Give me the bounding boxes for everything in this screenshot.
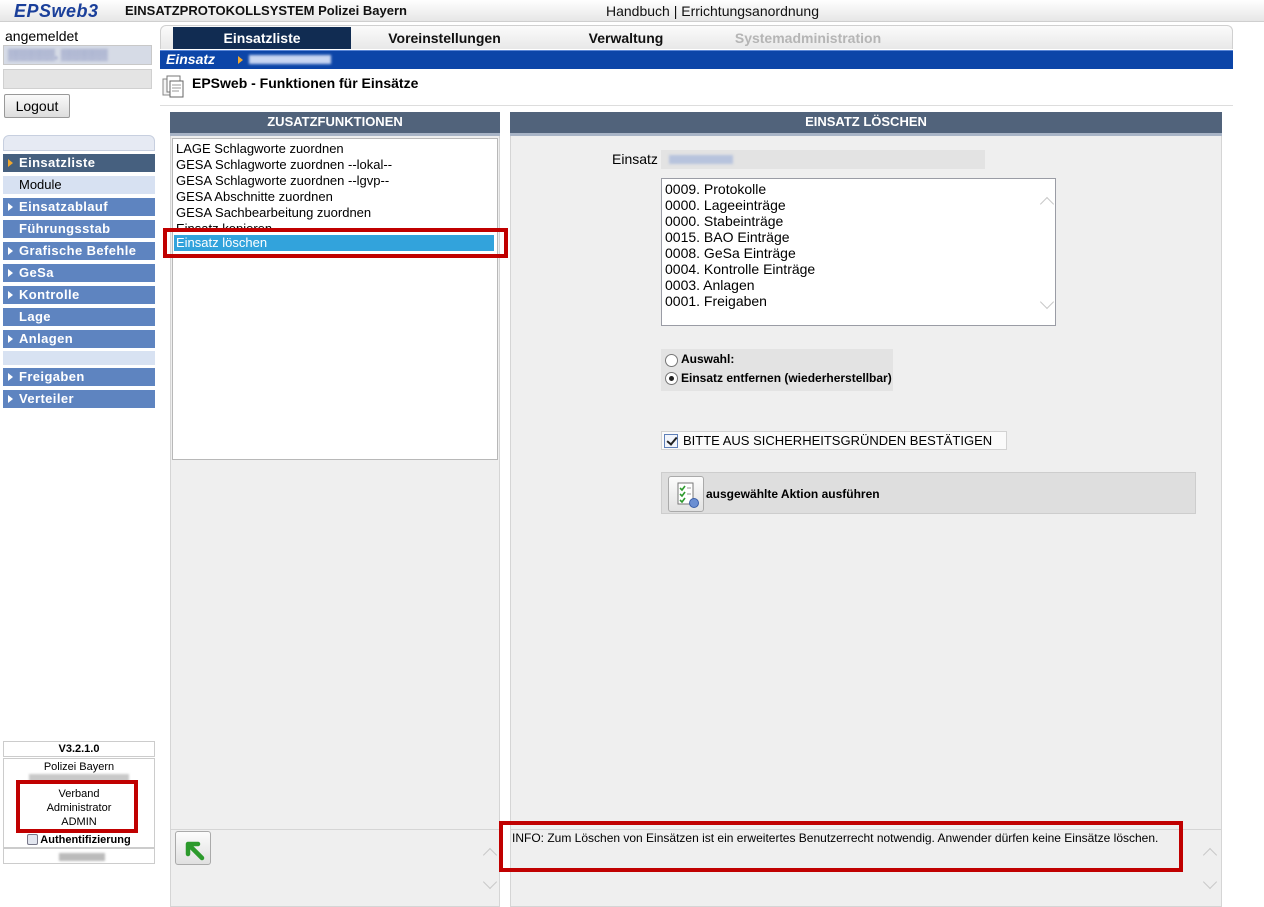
count-gesa-eintraege: 0008. GeSa Einträge xyxy=(665,245,796,261)
logout-button[interactable]: Logout xyxy=(4,94,70,118)
einsatz-loeschen-header: EINSATZ LÖSCHEN xyxy=(510,112,1222,136)
highlight-info-box xyxy=(499,821,1183,872)
count-stabeintraege: 0000. Stabeinträge xyxy=(665,213,784,229)
breadcrumb-einsatz[interactable]: Einsatz xyxy=(166,51,215,67)
nav-label: Module xyxy=(19,177,62,192)
link-separator: | xyxy=(669,3,682,19)
count-bao-eintraege: 0015. BAO Einträge xyxy=(665,229,790,245)
nav-label: Grafische Befehle xyxy=(19,243,137,258)
count-freigaben: 0001. Freigaben xyxy=(665,293,767,309)
function-item-gesa-schlagworte-lgvp[interactable]: GESA Schlagworte zuordnen --lgvp-- xyxy=(176,173,496,189)
green-arrow-back-icon xyxy=(185,841,205,861)
nav-label: Einsatzliste xyxy=(19,155,96,170)
highlight-role-box xyxy=(16,780,138,833)
login-status-label: angemeldet xyxy=(5,28,79,44)
nav-separator xyxy=(3,351,155,365)
system-title: EINSATZPROTOKOLLSYSTEM Polizei Bayern xyxy=(125,3,407,18)
title-divider xyxy=(160,105,1233,106)
documents-icon xyxy=(162,75,184,98)
auth-link[interactable]: Authentifizierung xyxy=(4,834,154,846)
zusatzfunktionen-header: ZUSATZFUNKTIONEN xyxy=(170,112,500,136)
arrow-right-icon xyxy=(8,291,13,299)
nav-label: Einsatzablauf xyxy=(19,199,108,214)
radio-auswahl[interactable] xyxy=(665,354,678,367)
nav-item-einsatzliste[interactable]: Einsatzliste xyxy=(3,154,155,172)
confirm-row: BITTE AUS SICHERHEITSGRÜNDEN BESTÄTIGEN xyxy=(661,431,1007,450)
arrow-right-icon xyxy=(8,159,13,167)
breadcrumb-einsatz-name-redacted xyxy=(249,55,331,64)
link-errichtungsanordnung[interactable]: Errichtungsanordnung xyxy=(681,3,819,19)
nav-item-fuehrungsstab[interactable]: Führungsstab xyxy=(3,220,155,238)
version-label: V3.2.1.0 xyxy=(3,741,155,757)
radio-auswahl-label: Auswahl: xyxy=(681,352,735,366)
count-kontrolle-eintraege: 0004. Kontrolle Einträge xyxy=(665,261,816,277)
radio-einsatz-entfernen[interactable] xyxy=(665,372,678,385)
action-radio-group: Auswahl: Einsatz entfernen (wiederherste… xyxy=(661,349,893,391)
top-links: Handbuch | Errichtungsanordnung xyxy=(606,3,819,19)
function-item-lage-schlagworte[interactable]: LAGE Schlagworte zuordnen xyxy=(176,141,496,157)
nav-label: Lage xyxy=(19,309,51,324)
nav-label: Verteiler xyxy=(19,391,74,406)
ip-redacted xyxy=(59,853,105,861)
function-list[interactable]: LAGE Schlagworte zuordnen GESA Schlagwor… xyxy=(172,138,498,460)
nav-item-verteiler[interactable]: Verteiler xyxy=(3,390,155,408)
nav-label: GeSa xyxy=(19,265,54,280)
nav-item-anlagen[interactable]: Anlagen xyxy=(3,330,155,348)
count-anlagen: 0003. Anlagen xyxy=(665,277,755,293)
count-protokolle: 0009. Protokolle xyxy=(665,181,767,197)
einsatz-name-redacted xyxy=(669,155,733,164)
entry-count-list[interactable]: 0009. Protokolle 0000. Lageeinträge 0000… xyxy=(661,178,1056,326)
app-logo: EPSweb3 xyxy=(14,1,99,21)
auth-label: Authentifizierung xyxy=(40,834,131,846)
nav-item-einsatzablauf[interactable]: Einsatzablauf xyxy=(3,198,155,216)
tab-systemadministration: Systemadministration xyxy=(734,30,882,46)
checklist-execute-icon xyxy=(677,482,699,508)
arrow-right-icon xyxy=(8,269,13,277)
arrow-right-icon xyxy=(8,373,13,381)
tab-verwaltung[interactable]: Verwaltung xyxy=(540,27,712,49)
execute-row: ausgewählte Aktion ausführen xyxy=(661,472,1196,514)
ip-address-box xyxy=(3,848,155,864)
nav-label: Führungsstab xyxy=(19,221,111,236)
user-name-field: ▒▒▒▒▒▒, ▒▒▒▒▒▒ xyxy=(3,45,152,65)
nav-item-grafische-befehle[interactable]: Grafische Befehle xyxy=(3,242,155,260)
confirm-checkbox[interactable] xyxy=(664,434,678,448)
radio-einsatz-entfernen-label: Einsatz entfernen (wiederherstellbar) xyxy=(681,371,892,385)
nav-item-module[interactable]: Module xyxy=(3,176,155,194)
count-lageeintraege: 0000. Lageeinträge xyxy=(665,197,786,213)
page-title: EPSweb - Funktionen für Einsätze xyxy=(192,75,419,91)
nav-item-gesa[interactable]: GeSa xyxy=(3,264,155,282)
highlight-function-box xyxy=(163,228,508,258)
scroll-down-icon[interactable] xyxy=(1039,294,1055,310)
left-footer-area xyxy=(170,829,500,907)
execute-label: ausgewählte Aktion ausführen xyxy=(706,487,880,501)
key-icon xyxy=(27,834,39,845)
nav-label: Freigaben xyxy=(19,369,85,384)
function-item-gesa-abschnitte[interactable]: GESA Abschnitte zuordnen xyxy=(176,189,496,205)
arrow-right-icon xyxy=(8,335,13,343)
nav-label: Kontrolle xyxy=(19,287,80,302)
scroll-up-icon[interactable] xyxy=(1039,196,1055,212)
nav-label: Anlagen xyxy=(19,331,74,346)
tab-voreinstellungen[interactable]: Voreinstellungen xyxy=(352,27,537,49)
tab-einsatzliste[interactable]: Einsatzliste xyxy=(173,27,351,49)
arrow-right-icon xyxy=(8,247,13,255)
nav-item-freigaben[interactable]: Freigaben xyxy=(3,368,155,386)
org-name: Polizei Bayern xyxy=(43,761,115,773)
user-info-field xyxy=(3,69,152,89)
link-handbuch[interactable]: Handbuch xyxy=(606,3,670,19)
nav-header xyxy=(3,135,155,151)
back-button[interactable] xyxy=(175,831,211,865)
function-item-gesa-sachbearbeitung[interactable]: GESA Sachbearbeitung zuordnen xyxy=(176,205,496,221)
einsatz-name-field xyxy=(661,150,985,169)
einsatz-label: Einsatz xyxy=(612,151,658,167)
function-item-gesa-schlagworte-lokal[interactable]: GESA Schlagworte zuordnen --lokal-- xyxy=(176,157,496,173)
nav-item-kontrolle[interactable]: Kontrolle xyxy=(3,286,155,304)
breadcrumb-arrow-icon xyxy=(238,56,243,64)
arrow-right-icon xyxy=(8,395,13,403)
confirm-label: BITTE AUS SICHERHEITSGRÜNDEN BESTÄTIGEN xyxy=(683,433,993,448)
arrow-right-icon xyxy=(8,203,13,211)
execute-button[interactable] xyxy=(668,476,704,512)
nav-item-lage[interactable]: Lage xyxy=(3,308,155,326)
